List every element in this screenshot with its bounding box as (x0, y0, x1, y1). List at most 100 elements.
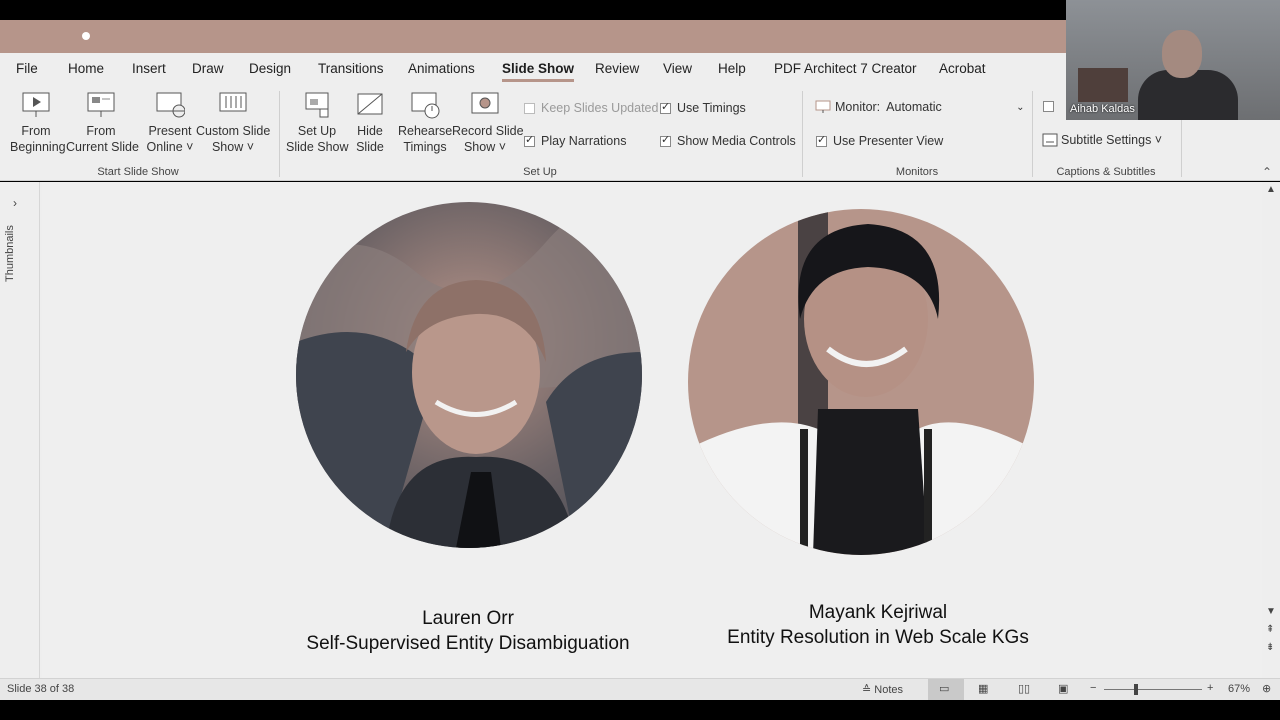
play-narrations-checkbox[interactable]: Play Narrations (524, 133, 626, 148)
webcam-video: Aihab Kaldas (1066, 0, 1280, 120)
zoom-in-icon[interactable]: + (1207, 682, 1213, 694)
checkbox-box (660, 133, 671, 147)
present-online-icon (156, 92, 185, 118)
scroll-up-icon[interactable]: ▲ (1266, 184, 1276, 195)
from-beginning-label-2: Beginning (10, 140, 66, 154)
tab-animations[interactable]: Animations (408, 61, 475, 76)
reading-view-icon[interactable]: ▯▯ (1018, 682, 1030, 695)
webcam-name: Aihab Kaldas (1070, 103, 1135, 115)
monitor-icon (815, 100, 831, 113)
present-online-label-1: Present (148, 124, 192, 138)
thumbnails-pane[interactable]: › Thumbnails (0, 182, 40, 678)
monitor-dropdown[interactable]: Monitor: Automatic ⌄ (815, 100, 1025, 114)
zoom-level[interactable]: 67% (1228, 683, 1250, 695)
expand-thumbnails-icon[interactable]: › (13, 196, 17, 210)
webcam-person-head (1162, 30, 1202, 78)
hide-slide-button[interactable]: Hide Slide (352, 91, 388, 155)
record-slide-show-button[interactable]: Record Slide Show ˅ (452, 91, 524, 155)
webcam-shelf (1078, 68, 1128, 102)
set-up-group-label: Set Up (523, 166, 557, 178)
use-timings-checkbox[interactable]: Use Timings (660, 100, 746, 115)
setup-show-label-1: Set Up (297, 124, 337, 138)
vertical-scrollbar[interactable]: ▲ ▼ ⇞ ⇟ (1262, 182, 1280, 678)
setup-show-label-2: Slide Show (286, 140, 349, 154)
rehearse-label-2: Timings (403, 140, 447, 154)
previous-slide-icon[interactable]: ⇞ (1266, 624, 1274, 635)
scroll-down-icon[interactable]: ▼ (1266, 606, 1276, 617)
speaker-name-left: Lauren Orr (422, 608, 514, 629)
always-use-subtitles-checkbox[interactable] (1043, 101, 1060, 112)
tab-home[interactable]: Home (68, 61, 104, 76)
rehearse-timings-button[interactable]: Rehearse Timings (398, 91, 452, 155)
tab-transitions[interactable]: Transitions (318, 61, 384, 76)
monitor-value: Automatic (886, 100, 942, 114)
from-beginning-button[interactable]: From Beginning (10, 91, 66, 155)
slide-canvas[interactable]: Lauren Orr Self-Supervised Entity Disamb… (42, 182, 1262, 678)
play-from-start-icon (22, 92, 50, 117)
record-label-1: Record Slide (452, 124, 524, 138)
use-presenter-view-label: Use Presenter View (833, 134, 944, 148)
hide-slide-icon (357, 93, 383, 115)
webcam-person-body (1138, 70, 1238, 120)
autosave-dot (82, 32, 90, 40)
notes-button[interactable]: ≙ Notes (862, 683, 903, 696)
custom-slide-show-button[interactable]: Custom Slide Show ˅ (196, 91, 270, 155)
tab-review[interactable]: Review (595, 61, 639, 76)
zoom-slider-track[interactable] (1104, 689, 1202, 690)
chevron-down-icon: ⌄ (1016, 101, 1025, 113)
show-media-controls-label: Show Media Controls (677, 134, 796, 148)
collapse-ribbon-icon[interactable]: ⌃ (1262, 165, 1272, 179)
subtitle-settings-label: Subtitle Settings ˅ (1061, 133, 1163, 147)
tab-file[interactable]: File (16, 61, 38, 76)
tab-insert[interactable]: Insert (132, 61, 166, 76)
monitor-label: Monitor: (835, 100, 881, 114)
rehearse-label-1: Rehearse (398, 124, 453, 138)
hide-slide-label-2: Slide (356, 140, 384, 154)
from-current-label-1: From (86, 124, 116, 138)
use-presenter-view-checkbox[interactable]: Use Presenter View (816, 133, 944, 148)
use-timings-label: Use Timings (677, 101, 746, 115)
checkbox-box (524, 133, 535, 147)
slide-sorter-icon[interactable]: ▦ (978, 682, 988, 695)
talk-title-left: Self-Supervised Entity Disambiguation (306, 633, 630, 654)
show-media-controls-checkbox[interactable]: Show Media Controls (660, 133, 796, 148)
custom-show-label-2: Show ˅ (211, 140, 255, 154)
group-separator (1032, 91, 1033, 177)
tab-design[interactable]: Design (249, 61, 291, 76)
tab-help[interactable]: Help (718, 61, 746, 76)
from-current-slide-button[interactable]: From Current Slide (66, 91, 139, 155)
captions-group-label: Captions & Subtitles (1056, 166, 1156, 178)
thumbnails-label: Thumbnails (4, 225, 16, 282)
zoom-out-icon[interactable]: − (1090, 682, 1096, 694)
slideshow-view-icon[interactable]: ▣ (1058, 682, 1068, 695)
from-current-label-2: Current Slide (66, 140, 139, 154)
monitors-group-label: Monitors (895, 166, 939, 178)
speaker-name-right: Mayank Kejriwal (808, 602, 948, 623)
group-separator (802, 91, 803, 177)
keep-slides-updated-checkbox[interactable]: Keep Slides Updated (524, 101, 658, 115)
subtitle-settings-button[interactable]: Subtitle Settings ˅ (1042, 133, 1162, 147)
checkbox-box (1043, 101, 1054, 112)
speaker-caption-left: Lauren Orr Self-Supervised Entity Disamb… (268, 606, 668, 656)
tab-view[interactable]: View (663, 61, 692, 76)
checkbox-box (524, 102, 535, 114)
tab-slide-show[interactable]: Slide Show (502, 61, 575, 82)
custom-show-icon (219, 92, 247, 112)
notes-icon: ≙ (862, 684, 875, 696)
workspace: › Thumbnails Lauren Orr Self-Supervised … (0, 182, 1280, 678)
fit-to-window-icon[interactable]: ⊕ (1262, 682, 1271, 695)
tab-draw[interactable]: Draw (192, 61, 224, 76)
next-slide-icon[interactable]: ⇟ (1266, 642, 1274, 653)
set-up-slide-show-button[interactable]: Set Up Slide Show (286, 91, 349, 155)
talk-title-right: Entity Resolution in Web Scale KGs (727, 627, 1029, 648)
setup-show-icon (305, 92, 329, 118)
record-icon (471, 92, 499, 114)
present-online-button[interactable]: Present Online ˅ (146, 91, 194, 155)
group-separator (279, 91, 280, 177)
tab-acrobat[interactable]: Acrobat (939, 61, 986, 76)
status-bar: Slide 38 of 38 ≙ Notes ▭ ▦ ▯▯ ▣ − + 67% … (0, 678, 1280, 700)
record-label-2: Show ˅ (463, 140, 507, 154)
tab-pdf-architect[interactable]: PDF Architect 7 Creator (774, 61, 917, 76)
speaker-photo-left (296, 202, 642, 548)
zoom-slider-thumb[interactable] (1134, 684, 1138, 695)
